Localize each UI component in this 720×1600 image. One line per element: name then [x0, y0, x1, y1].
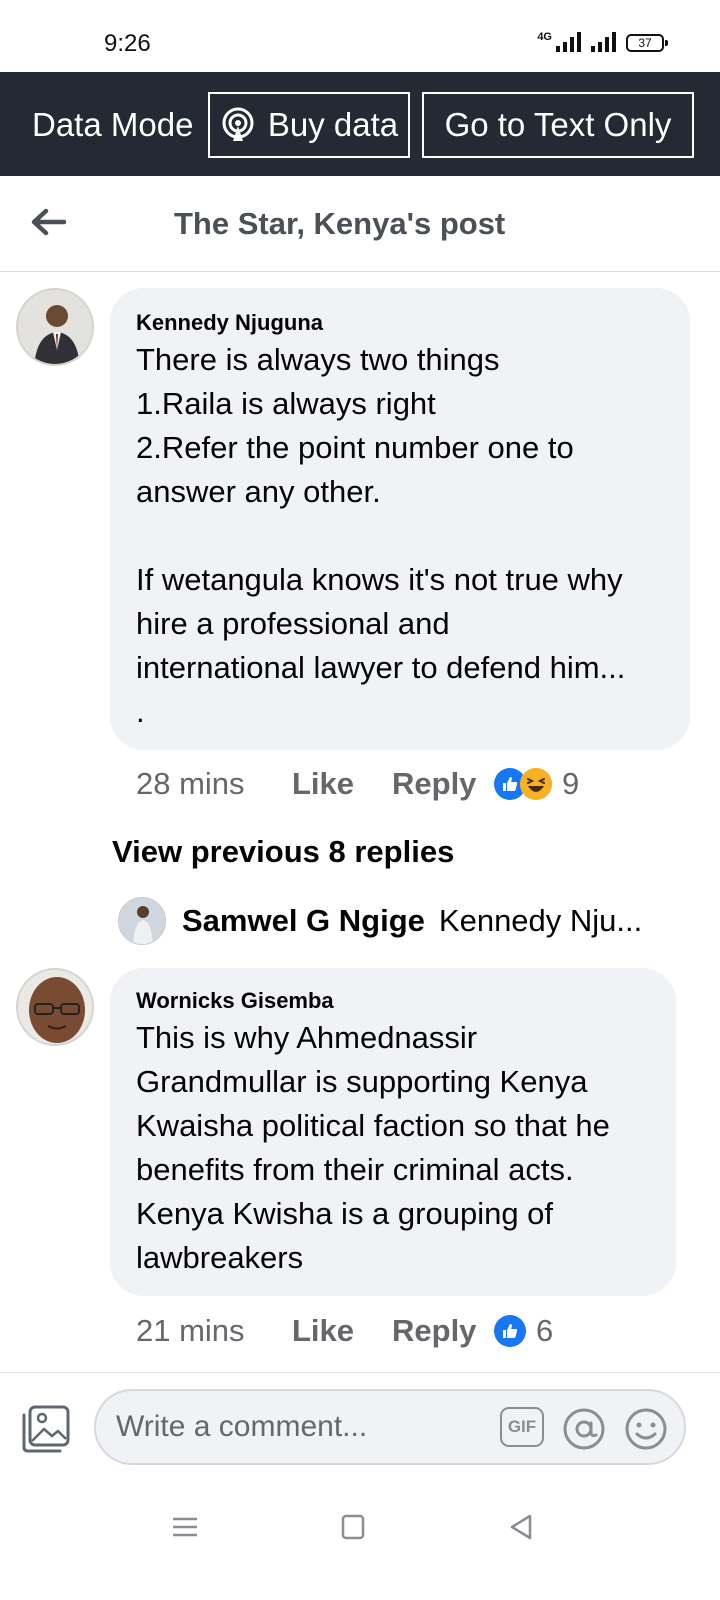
comment-text: There is always two things 1.Raila is al… — [136, 342, 626, 729]
thumbs-up-reaction-icon — [494, 1315, 526, 1347]
broadcast-icon — [222, 107, 254, 141]
data-mode-label: Data Mode — [32, 106, 194, 143]
go-to-text-only-button[interactable]: Go to Text Only — [422, 92, 694, 158]
back-nav-icon[interactable] — [504, 1510, 538, 1544]
reactions-summary[interactable]: 9 — [494, 766, 579, 802]
status-icons: 4G 37 — [537, 31, 668, 52]
signal-strength-icon-sim2 — [591, 32, 616, 52]
haha-reaction-icon — [520, 768, 552, 800]
status-bar: 9:26 4G 37 — [0, 0, 720, 72]
like-button[interactable]: Like — [292, 766, 392, 802]
comment-author[interactable]: Wornicks Gisemba — [136, 988, 334, 1014]
post-header: The Star, Kenya's post — [0, 176, 720, 272]
person-photo-icon — [119, 898, 165, 944]
comment-bubble: Kennedy Njuguna There is always two thin… — [110, 288, 690, 750]
comment-bubble: Wornicks Gisemba This is why Ahmednassir… — [110, 968, 676, 1296]
reaction-count: 6 — [536, 1313, 554, 1348]
reply-author: Samwel G Ngige — [182, 903, 425, 938]
facebook-post-comments-screen: 9:26 4G 37 Data Mode Buy data Go to Text — [0, 0, 720, 1600]
reactions-summary[interactable]: 6 — [494, 1313, 553, 1349]
avatar-samwel-g-ngige — [118, 897, 166, 945]
status-time: 9:26 — [104, 30, 151, 57]
reply-button[interactable]: Reply — [392, 1313, 494, 1349]
like-button[interactable]: Like — [292, 1313, 392, 1349]
avatar-kennedy-njuguna[interactable] — [16, 288, 94, 366]
battery-icon: 37 — [626, 34, 668, 52]
data-mode-bar: Data Mode Buy data Go to Text Only — [0, 72, 720, 176]
reaction-count: 9 — [562, 766, 580, 801]
comment-author[interactable]: Kennedy Njuguna — [136, 310, 323, 336]
gif-icon[interactable]: GIF — [500, 1407, 544, 1447]
text-only-label: Go to Text Only — [444, 106, 672, 143]
signal-strength-icon — [556, 32, 581, 52]
comment-meta: 21 mins Like Reply 6 — [136, 1311, 553, 1351]
page-title: The Star, Kenya's post — [174, 206, 506, 241]
back-arrow-icon[interactable] — [28, 202, 68, 242]
view-previous-replies-link[interactable]: View previous 8 replies — [112, 834, 454, 870]
home-nav-icon[interactable] — [336, 1510, 370, 1544]
person-photo-icon — [18, 970, 92, 1044]
emoji-icon[interactable] — [624, 1407, 668, 1451]
comment-composer: GIF — [0, 1372, 720, 1484]
latest-reply-row[interactable]: Samwel G Ngige Kennedy Nju... — [118, 896, 642, 946]
network-type-label: 4G — [537, 31, 552, 43]
buy-data-button[interactable]: Buy data — [208, 92, 410, 158]
reply-button[interactable]: Reply — [392, 766, 494, 802]
photo-gallery-icon[interactable] — [20, 1403, 72, 1455]
person-photo-icon — [18, 290, 92, 364]
comment-time: 28 mins — [136, 766, 245, 801]
reply-snippet: Kennedy Nju... — [438, 903, 643, 938]
buy-data-label: Buy data — [267, 106, 399, 143]
avatar-wornicks-gisemba[interactable] — [16, 968, 94, 1046]
comment-text: This is why Ahmednassir Grandmullar is s… — [136, 1020, 610, 1275]
system-navigation-bar — [0, 1484, 720, 1600]
mention-icon[interactable] — [562, 1407, 606, 1451]
menu-nav-icon[interactable] — [168, 1510, 202, 1544]
comment-meta: 28 mins Like Reply 9 — [136, 764, 579, 804]
comment-time: 21 mins — [136, 1313, 245, 1348]
